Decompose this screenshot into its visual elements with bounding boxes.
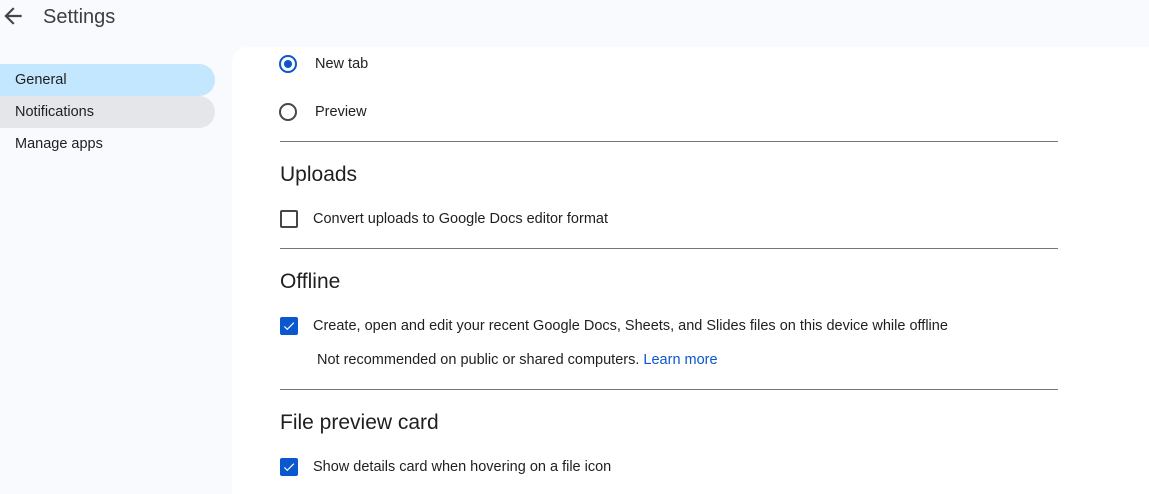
new-tab-radio[interactable]: [279, 55, 297, 73]
offline-access-checkbox[interactable]: [280, 317, 298, 335]
section-divider: [280, 389, 1058, 390]
back-button[interactable]: [0, 3, 26, 29]
sidebar-item-manage-apps[interactable]: Manage apps: [0, 128, 215, 160]
app-header: Settings: [0, 0, 1149, 40]
file-preview-label: Show details card when hovering on a fil…: [313, 459, 612, 475]
new-tab-label: New tab: [315, 56, 369, 72]
section-divider: [280, 141, 1058, 142]
offline-note: Not recommended on public or shared comp…: [317, 349, 718, 371]
checkmark-icon: [283, 322, 295, 331]
checkmark-icon: [283, 463, 295, 472]
offline-access-option[interactable]: Create, open and edit your recent Google…: [280, 315, 948, 337]
preview-radio-option[interactable]: Preview: [279, 101, 367, 123]
file-preview-section-title: File preview card: [280, 411, 439, 434]
file-preview-checkbox[interactable]: [280, 458, 298, 476]
section-divider: [280, 248, 1058, 249]
offline-access-label: Create, open and edit your recent Google…: [313, 318, 948, 334]
file-preview-option[interactable]: Show details card when hovering on a fil…: [280, 456, 611, 478]
arrow-back-icon: [4, 7, 22, 25]
convert-uploads-label: Convert uploads to Google Docs editor fo…: [313, 211, 608, 227]
settings-sidebar: General Notifications Manage apps: [0, 64, 216, 160]
settings-panel: New tab Preview Uploads Convert uploads …: [232, 47, 1149, 494]
convert-uploads-option[interactable]: Convert uploads to Google Docs editor fo…: [280, 208, 608, 230]
offline-note-text: Not recommended on public or shared comp…: [317, 352, 640, 368]
uploads-section-title: Uploads: [280, 163, 358, 186]
sidebar-item-notifications[interactable]: Notifications: [0, 96, 215, 128]
convert-uploads-checkbox[interactable]: [280, 210, 298, 228]
new-tab-radio-option[interactable]: New tab: [279, 53, 368, 75]
preview-radio[interactable]: [279, 103, 297, 121]
sidebar-item-general[interactable]: General: [0, 64, 215, 96]
learn-more-link[interactable]: Learn more: [643, 352, 717, 368]
preview-label: Preview: [315, 104, 367, 120]
page-title: Settings: [43, 6, 116, 28]
offline-section-title: Offline: [280, 270, 341, 293]
